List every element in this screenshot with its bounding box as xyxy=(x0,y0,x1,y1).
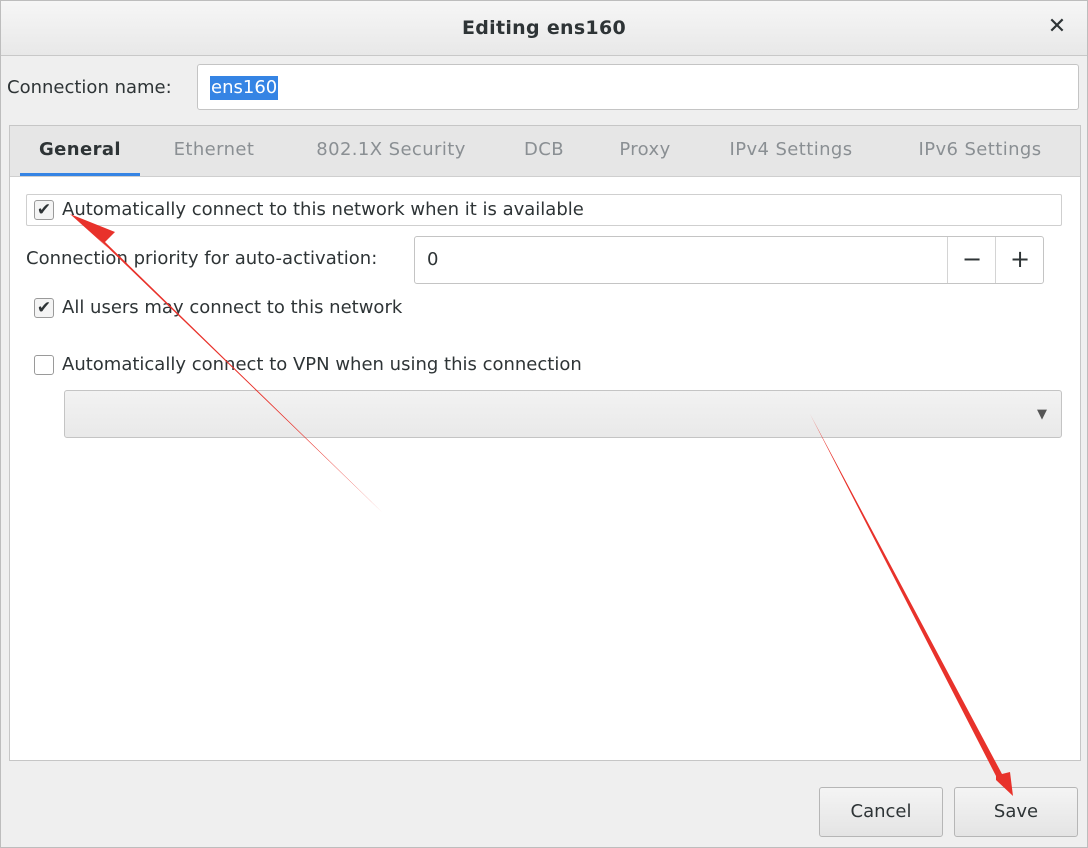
all-users-checkbox[interactable]: ✔ xyxy=(34,298,54,318)
vpn-select[interactable]: ▼ xyxy=(64,390,1062,438)
tab-dcb[interactable]: DCB xyxy=(510,126,578,176)
cancel-button[interactable]: Cancel xyxy=(819,787,943,837)
check-icon: ✔ xyxy=(36,298,52,318)
tab-proxy[interactable]: Proxy xyxy=(604,126,686,176)
vpn-label: Automatically connect to VPN when using … xyxy=(62,354,582,375)
save-button[interactable]: Save xyxy=(954,787,1078,837)
chevron-down-icon: ▼ xyxy=(1037,407,1047,422)
priority-label: Connection priority for auto-activation: xyxy=(26,248,378,269)
tab-bar: General Ethernet 802.1X Security DCB Pro… xyxy=(10,126,1080,177)
auto-connect-checkbox[interactable]: ✔ xyxy=(34,200,54,220)
vpn-checkbox[interactable] xyxy=(34,355,54,375)
priority-value: 0 xyxy=(427,249,439,270)
connection-name-input[interactable]: ens160 xyxy=(197,64,1079,110)
tab-general[interactable]: General xyxy=(20,126,140,176)
tab-ethernet[interactable]: Ethernet xyxy=(158,126,270,176)
check-icon: ✔ xyxy=(36,200,52,220)
auto-connect-label: Automatically connect to this network wh… xyxy=(62,199,584,220)
title-bar: Editing ens160 ✕ xyxy=(1,1,1087,56)
settings-notebook: General Ethernet 802.1X Security DCB Pro… xyxy=(9,125,1081,761)
tab-ipv4-settings[interactable]: IPv4 Settings xyxy=(710,126,872,176)
dialog-window: Editing ens160 ✕ Connection name: ens160… xyxy=(0,0,1088,848)
connection-name-value: ens160 xyxy=(210,76,279,100)
priority-increment-button[interactable]: + xyxy=(995,237,1044,283)
window-title: Editing ens160 xyxy=(461,17,626,39)
connection-name-label: Connection name: xyxy=(7,77,172,98)
priority-decrement-button[interactable]: − xyxy=(947,237,996,283)
tab-8021x-security[interactable]: 802.1X Security xyxy=(300,126,482,176)
priority-spinbutton[interactable]: 0 − + xyxy=(414,236,1044,284)
all-users-label: All users may connect to this network xyxy=(62,297,403,318)
close-icon[interactable]: ✕ xyxy=(1045,15,1069,39)
tab-ipv6-settings[interactable]: IPv6 Settings xyxy=(898,126,1062,176)
